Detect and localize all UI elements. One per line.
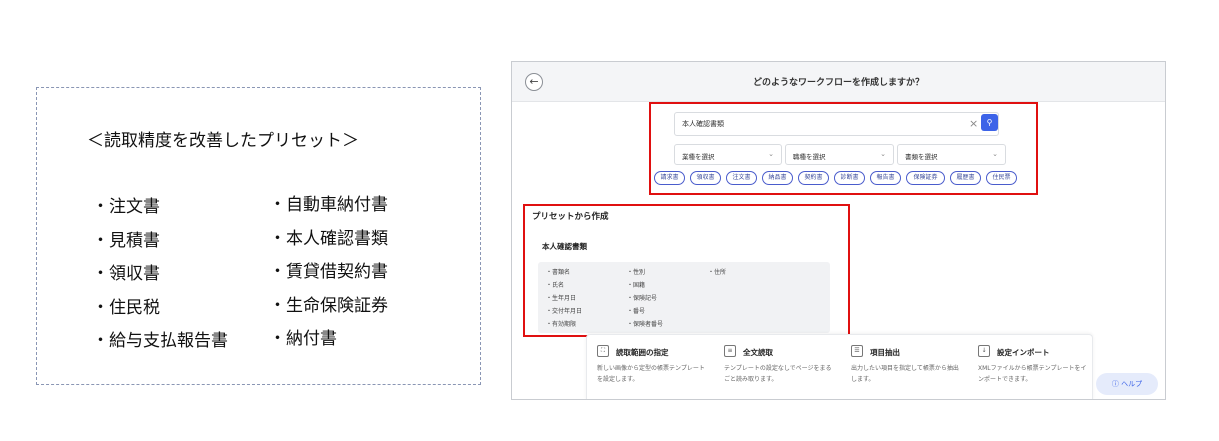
presets-annotation-panel: ＜読取精度を改善したプリセット＞ ・注文書 ・見積書 ・領収書 ・住民税 ・給与… (36, 87, 481, 385)
preset-item: ・給与支払報告書 (92, 331, 228, 351)
workflow-options: ⛶ 読取範囲の指定 新しい画像から定型の帳票テンプレートを設定します。 ≡ 全文… (586, 334, 1094, 399)
workflow-option[interactable]: ☰ 項目抽出 出力したい項目を指定して帳票から抽出します。 (841, 335, 967, 399)
help-button[interactable]: ⓘ ヘルプ (1096, 373, 1158, 395)
preset-item: ・生命保険証券 (269, 295, 388, 316)
workflow-name: 設定インポート (997, 348, 1050, 357)
workflow-desc: 新しい画像から定型の帳票テンプレートを設定します。 (597, 365, 705, 383)
workflow-option[interactable]: ≡ 全文読取 テンプレートの設定なしでページをまるごと読み取ります。 (714, 335, 840, 399)
preset-list-col1: ・注文書 ・見積書 ・領収書 ・住民税 ・給与支払報告書 (92, 191, 228, 359)
workflow-desc: XMLファイルから帳票テンプレートをインポートできます。 (978, 365, 1087, 383)
crop-icon: ⛶ (597, 345, 609, 357)
workflow-option[interactable]: ↓ 設定インポート XMLファイルから帳票テンプレートをインポートできます。 (968, 335, 1094, 399)
workflow-name: 全文読取 (743, 348, 773, 357)
workflow-name: 項目抽出 (870, 348, 900, 357)
presets-title: ＜読取精度を改善したプリセット＞ (87, 131, 359, 151)
preset-item: ・自動車納付書 (269, 195, 388, 215)
preset-item: ・注文書 (92, 197, 160, 217)
preset-item: ・領収書 (92, 264, 160, 284)
app-header: ← どのようなワークフローを作成しますか？ (512, 62, 1165, 102)
workflow-name: 読取範囲の指定 (616, 348, 669, 357)
preset-item: ・本人確認書類 (269, 228, 388, 249)
preset-item: ・住民税 (92, 297, 160, 318)
preset-item: ・見積書 (92, 230, 160, 251)
workflow-option[interactable]: ⛶ 読取範囲の指定 新しい画像から定型の帳票テンプレートを設定します。 (587, 335, 713, 399)
help-icon: ⓘ (1111, 380, 1119, 388)
highlight-box-preset (523, 204, 850, 337)
preset-item: ・賃貸借契約書 (269, 262, 388, 282)
preset-list-col2: ・自動車納付書 ・本人確認書類 ・賃貸借契約書 ・生命保険証券 ・納付書 (269, 189, 388, 357)
preset-item: ・納付書 (269, 329, 337, 349)
workflow-desc: テンプレートの設定なしでページをまるごと読み取ります。 (724, 365, 832, 383)
document-text-icon: ≡ (724, 345, 736, 357)
app-window: ← どのようなワークフローを作成しますか？ 本人確認書類 × ⚲ 業種を選択 ⌄… (511, 61, 1166, 400)
help-label: ヘルプ (1121, 380, 1143, 388)
workflow-desc: 出力したい項目を指定して帳票から抽出します。 (851, 365, 959, 383)
list-icon: ☰ (851, 345, 863, 357)
page-title: どのようなワークフローを作成しますか？ (752, 78, 924, 88)
highlight-box-search (649, 102, 1038, 195)
import-icon: ↓ (978, 345, 990, 357)
